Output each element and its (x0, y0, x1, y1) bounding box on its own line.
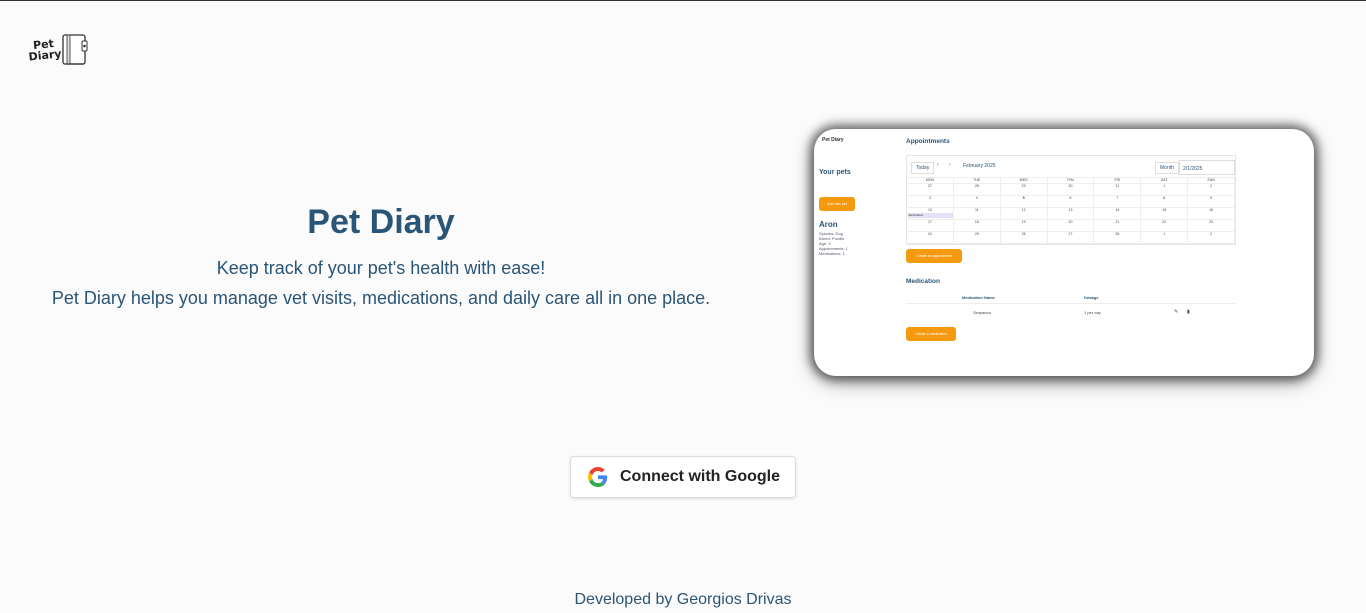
preview-day-cell: 23 (1188, 220, 1235, 232)
preview-med-name: Simparica (973, 310, 991, 315)
preview-day-cell: 30 (1047, 184, 1095, 196)
preview-day-cell: 6 (1047, 196, 1095, 208)
connect-google-label: Connect with Google (620, 468, 780, 485)
preview-appointments-title: Appointments (906, 138, 950, 145)
preview-day-grid: 27 28 29 30 31 1 2 3 4 5 6 7 8 9 10 11 12 13 14 15 16 17 18 19 2… (907, 184, 1235, 244)
google-icon (588, 467, 608, 487)
preview-day-cell: 9 (1188, 196, 1235, 208)
preview-next-icon: › (949, 162, 951, 168)
preview-day-cell: 31 (1094, 184, 1142, 196)
preview-day-cell: 28 (953, 184, 1001, 196)
preview-day-cell: 7 (1094, 196, 1142, 208)
preview-day-cell: 26 (1000, 232, 1048, 244)
preview-day-cell: 14 (1094, 208, 1142, 220)
preview-day-cell: 1 (1141, 232, 1189, 244)
preview-day-cell: 5 (1000, 196, 1048, 208)
preview-day-cell: 2 (1188, 232, 1235, 244)
preview-day-cell: 1 (1141, 184, 1189, 196)
preview-your-pets: Your pets (819, 169, 851, 176)
preview-date-field: 2/1/2025 (1179, 160, 1235, 175)
preview-day-cell: 27 (1047, 232, 1095, 244)
hero-subtitle: Keep track of your pet's health with eas… (216, 258, 546, 278)
preview-event: Vaccination (908, 213, 953, 218)
preview-day-cell: 12 (1000, 208, 1048, 220)
preview-day-cell: 3 (907, 196, 954, 208)
preview-day-cell: 21 (1094, 220, 1142, 232)
preview-day-cell: 29 (1000, 184, 1048, 196)
preview-view-button: Month (1155, 162, 1179, 174)
app-preview-screenshot: Pet Diary Your pets Add new pet Aron Spe… (814, 129, 1314, 376)
connect-google-button[interactable]: Connect with Google (570, 456, 796, 498)
preview-today-button: Today (911, 162, 935, 174)
preview-day-cell: 28 (1094, 232, 1142, 244)
preview-med-dosage: 1 per day (1084, 310, 1101, 315)
logo-text: Pet Diary (27, 36, 63, 64)
preview-edit-icon: ✎ (1174, 309, 1179, 315)
preview-day-cell: 20 (1047, 220, 1095, 232)
preview-create-medication-button: Create a medication (906, 327, 956, 341)
preview-day-cell: 8 (1141, 196, 1189, 208)
preview-day-cell: 2 (1188, 184, 1235, 196)
preview-calendar: Today ‹ › February 2025 Month 2/1/2025 M… (906, 155, 1236, 245)
preview-main: Appointments Today ‹ › February 2025 Mon… (906, 129, 1314, 376)
preview-day-cell: 22 (1141, 220, 1189, 232)
preview-day-cell: 17 (907, 220, 954, 232)
preview-prev-icon: ‹ (937, 162, 939, 168)
preview-month-label: February 2025 (963, 163, 996, 169)
hero-section: Pet Diary Keep track of your pet's healt… (0, 201, 762, 309)
preview-add-pet-button: Add new pet (819, 197, 855, 211)
preview-logo: Pet Diary (822, 137, 844, 143)
preview-day-cell: 16 (1188, 208, 1235, 220)
preview-med-col-dosage: Dosage (1084, 295, 1099, 300)
preview-pet-info: Species: Dog Breed: Poodle Age: 3 Appoin… (819, 231, 848, 256)
preview-day-cell: 11 (953, 208, 1001, 220)
notebook-icon (62, 34, 88, 65)
app-logo[interactable]: Pet Diary (28, 31, 94, 69)
preview-med-divider (906, 303, 1236, 304)
hero-description: Pet Diary helps you manage vet visits, m… (51, 288, 711, 308)
preview-day-cell: 27 (907, 184, 954, 196)
preview-delete-icon: ▮ (1187, 309, 1190, 315)
footer-credit: Developed by Georgios Drivas (574, 591, 792, 608)
preview-day-cell: 25 (953, 232, 1001, 244)
preview-create-appointment-button: Create an appointment (906, 249, 962, 263)
preview-medication-title: Medication (906, 278, 940, 285)
preview-day-cell: 19 (1000, 220, 1048, 232)
preview-pet-name: Aron (819, 220, 838, 229)
preview-day-cell: 15 (1141, 208, 1189, 220)
preview-calendar-toolbar: Today ‹ › February 2025 Month 2/1/2025 (907, 156, 1235, 178)
preview-day-cell: 18 (953, 220, 1001, 232)
preview-medication-table: Medication Name Dosage Simparica 1 per d… (906, 295, 1236, 323)
preview-sidebar: Pet Diary Your pets Add new pet Aron Spe… (814, 129, 902, 376)
preview-day-cell: 24 (907, 232, 954, 244)
preview-med-col-name: Medication Name (962, 295, 995, 300)
hero-title: Pet Diary (307, 203, 455, 241)
preview-day-cell: 13 (1047, 208, 1095, 220)
preview-day-cell: 4 (953, 196, 1001, 208)
